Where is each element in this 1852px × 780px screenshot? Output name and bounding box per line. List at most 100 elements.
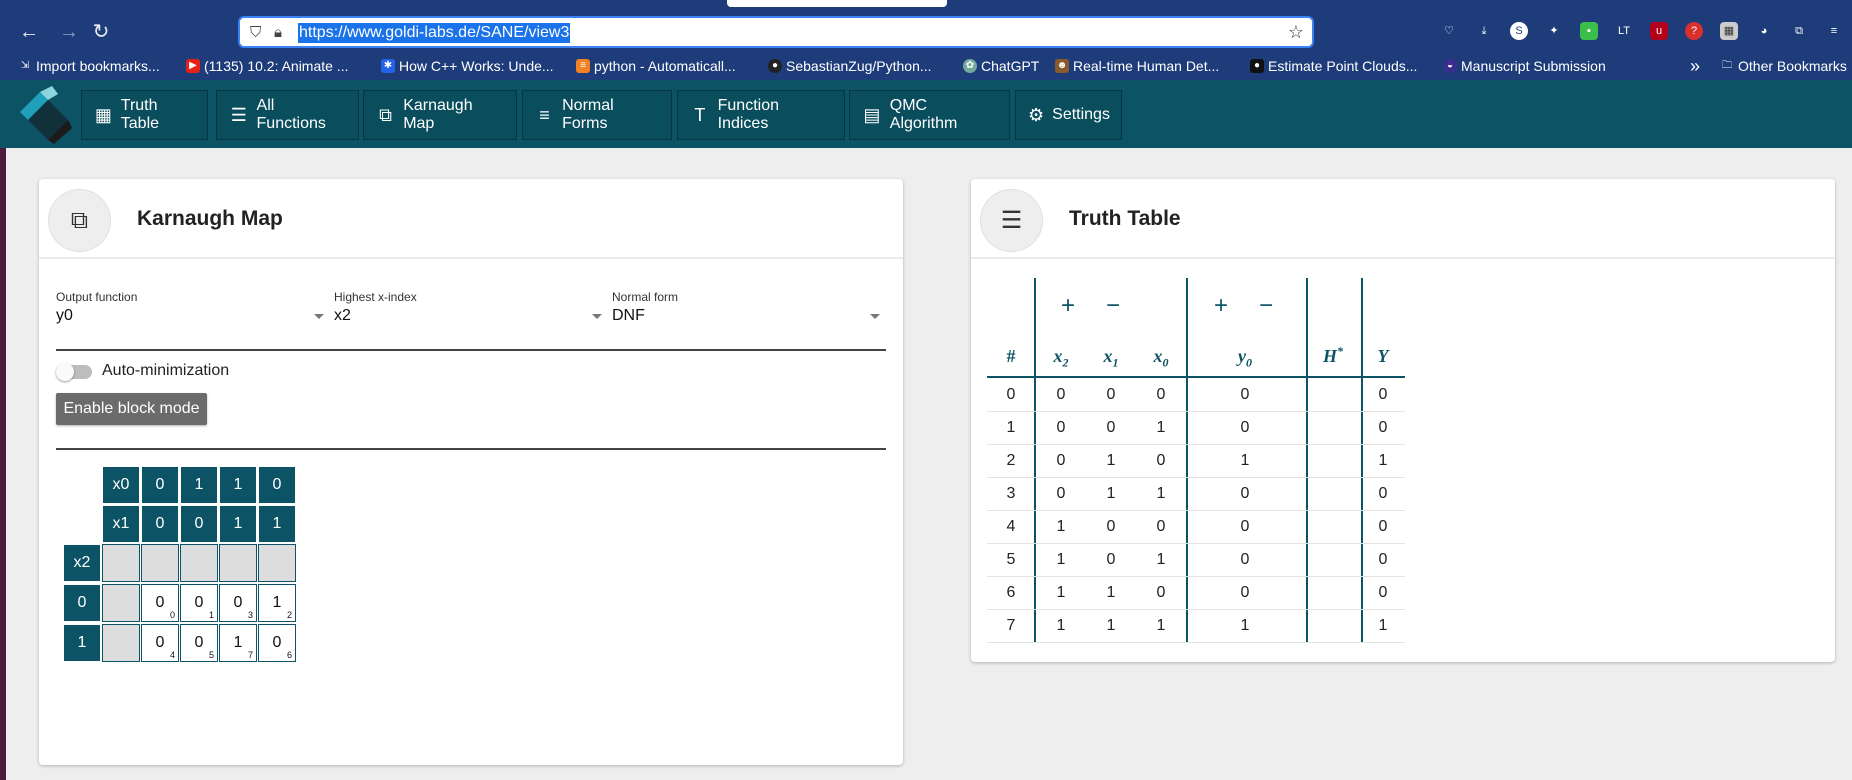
bookmark-item[interactable]: ◒ Manuscript Submission	[1443, 57, 1606, 75]
kmap-x0-value: 0	[258, 466, 296, 504]
table-row: 1 0 0 1 0 0	[987, 412, 1405, 445]
output-value-cell[interactable]: 0	[1230, 386, 1260, 404]
bookmarks-overflow-icon[interactable]: »	[1690, 56, 1700, 76]
kmap-spacer-cell	[141, 544, 179, 582]
bookmark-item[interactable]: ≡ python - Automaticall...	[576, 57, 736, 75]
output-value-cell[interactable]: 1	[1230, 617, 1260, 635]
medium-icon: ●	[1250, 59, 1264, 73]
output-value-cell[interactable]: 0	[1230, 419, 1260, 437]
reload-icon[interactable]: ↻	[88, 19, 114, 45]
download-icon[interactable]: ⤓	[1475, 22, 1493, 40]
address-bar[interactable]: ⛉ 🔒︎ https://www.goldi-labs.de/SANE/view…	[238, 16, 1314, 48]
url-text[interactable]: https://www.goldi-labs.de/SANE/view3	[298, 23, 571, 43]
nav-karnaugh-map-button[interactable]: ⧉ Karnaugh Map	[363, 90, 517, 140]
tab-strip	[0, 0, 1852, 10]
extension-s-icon[interactable]: S	[1510, 22, 1528, 40]
kmap-x2-value: 1	[63, 624, 101, 662]
kmap-cell[interactable]: 06	[258, 624, 296, 662]
gear-icon: ⚙	[1028, 104, 1045, 125]
enable-block-mode-button[interactable]: Enable block mode	[56, 393, 207, 425]
qr-code-icon[interactable]: ▦	[1720, 22, 1738, 40]
header-x1: x1	[1103, 346, 1119, 370]
output-function-select[interactable]: Output function y0	[56, 290, 328, 325]
bookmark-item[interactable]: ✱ How C++ Works: Unde...	[381, 57, 554, 75]
kmap-cell[interactable]: 03	[219, 584, 257, 622]
table-row: 7 1 1 1 1 1	[987, 610, 1405, 643]
add-input-button[interactable]: +	[1061, 294, 1075, 318]
normal-form-select[interactable]: Normal form DNF	[612, 290, 884, 325]
bookmark-item[interactable]: ☻ Real-time Human Det...	[1055, 57, 1219, 75]
bookmark-favicon-icon: ◒	[1443, 59, 1457, 73]
bookmark-item[interactable]: ▶ (1135) 10.2: Animate ...	[186, 57, 349, 75]
kmap-corner-cell	[102, 544, 140, 582]
header-index: #	[1006, 346, 1016, 366]
auto-minimization-label: Auto-minimization	[102, 362, 230, 379]
extensions-icon[interactable]: ⧉	[1790, 22, 1808, 40]
grid-table-icon: ▦	[94, 104, 112, 125]
add-output-button[interactable]: +	[1214, 294, 1228, 318]
pocket-icon[interactable]: ♡	[1440, 22, 1458, 40]
output-value-cell[interactable]: 0	[1230, 584, 1260, 602]
extension-lt-icon[interactable]: LT	[1615, 22, 1633, 40]
bookmark-star-icon[interactable]: ☆	[1288, 22, 1304, 43]
highest-x-index-select[interactable]: Highest x-index x2	[334, 290, 606, 325]
kmap-x2-value: 0	[63, 584, 101, 622]
bookmark-item[interactable]: ⇲ Import bookmarks...	[18, 57, 160, 75]
nav-function-indices-button[interactable]: T Function Indices	[677, 90, 845, 140]
table-row: 0 0 0 0 0 0	[987, 379, 1405, 412]
ublock-icon[interactable]: u	[1650, 22, 1668, 40]
list-icon: ☰	[980, 189, 1043, 252]
auto-minimization-toggle[interactable]	[56, 363, 92, 381]
card-header: ⧉ Karnaugh Map	[39, 179, 903, 259]
list-icon: ☰	[230, 104, 247, 125]
back-icon[interactable]: ←	[16, 19, 42, 45]
output-value-cell[interactable]: 0	[1230, 485, 1260, 503]
kmap-cell[interactable]: 05	[180, 624, 218, 662]
lock-icon[interactable]: 🔒︎	[274, 24, 282, 41]
remove-output-button[interactable]: −	[1259, 294, 1273, 318]
nav-qmc-algorithm-button[interactable]: ▤ QMC Algorithm	[849, 90, 1010, 140]
kmap-x2-label: x2	[63, 544, 101, 582]
shield-icon[interactable]: ⛉	[250, 24, 261, 41]
table-row: 5 1 0 1 0 0	[987, 544, 1405, 577]
dropdown-arrow-icon	[314, 314, 324, 319]
kmap-cell[interactable]: 01	[180, 584, 218, 622]
desktop-edge	[0, 148, 6, 780]
header-y: Y	[1377, 346, 1389, 366]
forward-icon[interactable]: →	[56, 19, 82, 45]
output-value-cell[interactable]: 0	[1230, 551, 1260, 569]
output-value-cell[interactable]: 1	[1230, 452, 1260, 470]
table-row: 6 1 1 0 0 0	[987, 577, 1405, 610]
other-bookmarks[interactable]: 🗀︎ Other Bookmarks	[1720, 57, 1847, 75]
extension-gnu-icon[interactable]: ✦	[1545, 22, 1563, 40]
table-row: 3 0 1 1 0 0	[987, 478, 1405, 511]
menu-icon[interactable]: ≡	[1825, 22, 1843, 40]
extension-red-icon[interactable]: ?	[1685, 22, 1703, 40]
nav-all-functions-button[interactable]: ☰ All Functions	[216, 90, 359, 140]
remove-input-button[interactable]: −	[1106, 294, 1120, 318]
kmap-cell[interactable]: 17	[219, 624, 257, 662]
output-value-cell[interactable]: 0	[1230, 518, 1260, 536]
kmap-spacer-cell	[258, 544, 296, 582]
bookmark-item[interactable]: ● SebastianZug/Python...	[768, 57, 932, 75]
kmap-cell[interactable]: 04	[141, 624, 179, 662]
nav-truth-table-button[interactable]: ▦ Truth Table	[81, 90, 208, 140]
kmap-spacer-cell	[219, 544, 257, 582]
table-rows-icon: ▤	[863, 104, 881, 125]
nav-normal-forms-button[interactable]: ≡ Normal Forms	[522, 90, 672, 140]
sane-logo-icon[interactable]	[12, 84, 74, 146]
stackoverflow-icon: ≡	[576, 59, 590, 73]
kmap-cell[interactable]: 12	[258, 584, 296, 622]
kmap-x0-value: 1	[180, 466, 218, 504]
bookmark-item[interactable]: ● Estimate Point Clouds...	[1250, 57, 1417, 75]
extension-green-icon[interactable]: ▪	[1580, 22, 1598, 40]
nav-settings-button[interactable]: ⚙ Settings	[1015, 90, 1122, 140]
kmap-x0-value: 1	[219, 466, 257, 504]
dropdown-arrow-icon	[592, 314, 602, 319]
kmap-x1-value: 1	[258, 505, 296, 543]
kmap-x1-value: 0	[180, 505, 218, 543]
active-tab[interactable]	[727, 0, 947, 7]
bookmark-item[interactable]: ✿ ChatGPT	[963, 57, 1039, 75]
panda-icon[interactable]: ◕	[1755, 22, 1773, 40]
kmap-cell[interactable]: 00	[141, 584, 179, 622]
